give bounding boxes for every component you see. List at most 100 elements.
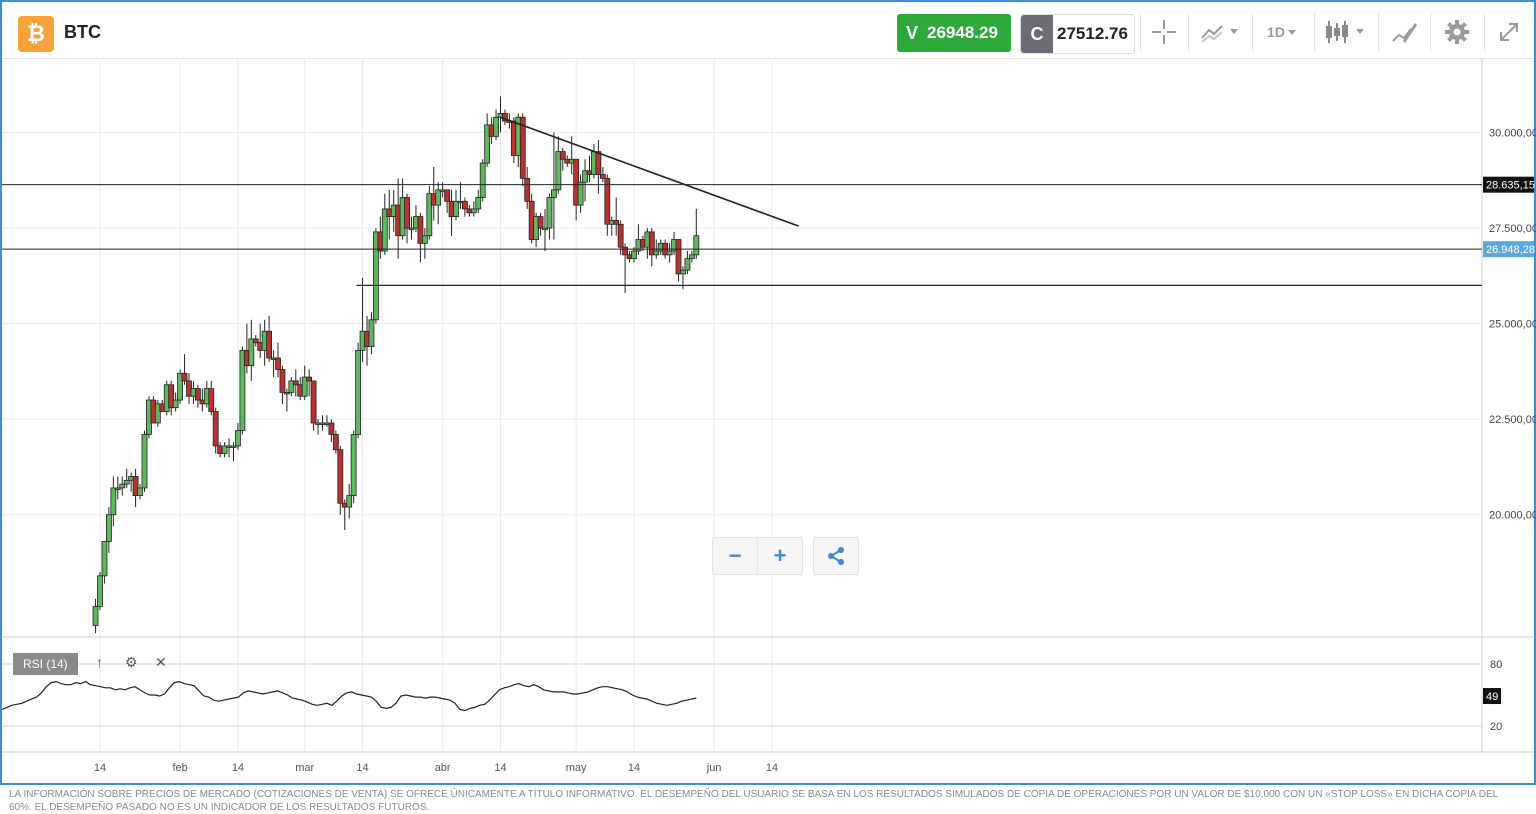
x-tick-label: 14 [628,762,640,774]
candle-body [332,434,339,451]
candle-body [617,223,624,248]
y-tick-label: 22.500,00 [1489,414,1536,426]
candle-body [97,575,103,607]
candle-body [493,116,499,137]
candle-body [613,220,620,225]
share-icon [828,547,844,565]
candle-body [328,422,335,435]
gear-icon: ⚙ [125,654,138,670]
plus-icon: + [773,543,787,568]
candle-body [119,483,126,489]
candle-body [275,357,281,370]
x-tick-label: mar [295,762,314,774]
candle-body [444,189,451,202]
rsi-level-label: 20 [1490,721,1502,733]
candle-body [461,200,468,210]
candle-body [266,330,273,359]
x-tick-label: 14 [232,762,244,774]
candle-body [435,189,442,206]
minus-icon: − [728,543,742,568]
candle-body [604,177,611,225]
candle-body [577,181,584,206]
candle-body [350,434,357,496]
x-tick-label: 14 [94,762,106,774]
candle-series [92,96,700,634]
candle-body [212,411,219,447]
candle-body [181,372,188,382]
rsi-level-label: 80 [1490,659,1502,671]
price-axis-label: 26.948,28 [1486,244,1535,256]
candle-body [546,197,553,229]
price-chart[interactable]: 14 feb 14 mar 14 abr 14 may 14 jun 14 30.000,00 27.5… [0,0,1536,790]
x-tick-label: 14 [766,762,778,774]
candle-body [421,235,428,244]
zoom-in-button[interactable]: + [757,537,803,575]
y-tick-label: 20.000,00 [1489,510,1536,522]
rsi-remove-button[interactable]: ✕ [155,654,167,671]
candle-body [141,434,148,489]
candle-body [92,606,99,626]
x-tick-label: may [566,762,587,774]
rsi-settings-button[interactable]: ⚙ [125,654,138,671]
candle-body [172,399,179,409]
rsi-current-label: 49 [1486,691,1498,703]
candle-body [194,388,201,401]
zoom-out-button[interactable]: − [712,537,758,575]
candle-body [684,258,691,271]
close-icon: ✕ [155,654,167,670]
candle-body [235,430,241,447]
candle-body [337,449,344,504]
candle-body [306,376,313,382]
candle-body [208,388,215,412]
chart-grid [2,58,1534,753]
candle-body [688,254,695,260]
candle-body [475,197,482,210]
x-tick-label: 14 [356,762,368,774]
x-tick-label: abr [435,762,451,774]
rsi-move-up-button[interactable]: ↑ [96,654,103,670]
price-axis-label: 28.635,15 [1486,180,1535,192]
rsi-panel [1,663,1482,727]
candle-body [453,200,459,218]
candle-body [537,216,544,229]
candle-body [680,269,686,275]
candle-body [595,151,602,175]
y-tick-label: 25.000,00 [1489,319,1536,331]
rsi-indicator-label[interactable]: RSI (14) [13,653,78,675]
candle-body [470,208,477,214]
candle-body [559,151,566,160]
candle-body [599,174,606,179]
candle-body [279,369,286,393]
candle-body [551,189,557,198]
disclaimer-text: LA INFORMACIÓN SOBRE PRECIOS DE MERCADO … [9,789,1498,813]
candle-body [666,250,673,256]
candle-body [252,338,259,344]
candle-body [622,246,628,256]
candle-body [101,541,108,577]
x-tick-label: jun [706,762,722,774]
candle-body [137,487,143,496]
candle-body [123,479,130,485]
axis-labels: 14 feb 14 mar 14 abr 14 may 14 jun 14 30.000,00 27.5… [94,128,1536,774]
candle-body [631,250,637,260]
candle-body [355,349,362,435]
candle-body [675,239,682,275]
drawn-lines [2,116,1482,286]
candle-body [404,197,410,229]
candle-body [110,487,117,516]
candle-body [524,177,531,202]
candle-body [653,250,660,256]
candle-body [106,514,112,542]
candle-body [292,380,299,386]
candle-body [693,235,700,256]
candle-body [346,495,353,508]
rsi-line [1,680,697,712]
candle-body [368,319,375,347]
x-tick-label: 14 [494,762,506,774]
candle-body [479,162,486,198]
x-tick-label: feb [172,762,187,774]
candle-body [310,380,317,424]
share-button[interactable] [813,537,859,575]
arrow-up-icon: ↑ [96,654,103,670]
y-tick-label: 30.000,00 [1489,128,1536,140]
